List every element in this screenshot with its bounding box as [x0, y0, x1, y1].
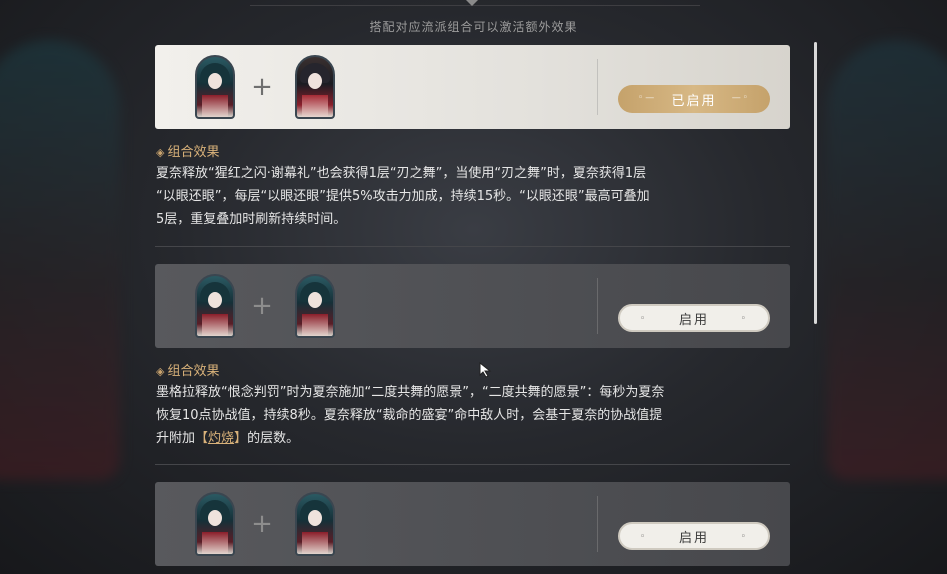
effect-title-2: ◈ 组合效果	[156, 360, 219, 379]
button-ornament-left-icon: ◦	[640, 314, 648, 324]
combo-card-3[interactable]: + ◦ 启用 ◦	[155, 482, 790, 566]
plus-icon: +	[251, 509, 273, 539]
effect-line: 5层，重复叠加时刷新持续时间。	[156, 212, 347, 227]
keyword-burn-link[interactable]: 灼烧	[208, 431, 234, 446]
card-divider	[597, 278, 598, 334]
character-portrait-shana	[195, 492, 235, 556]
plus-icon: +	[251, 72, 273, 102]
character-portrait-shana	[195, 274, 235, 338]
enable-button[interactable]: ◦ 启用 ◦	[618, 304, 770, 332]
effect-line: 升附加【灼烧】的层数。	[156, 427, 792, 450]
effect-description-2: 墨格拉释放“恨念判罚”时为夏奈施加“二度共舞的愿景”，“二度共舞的愿景”：每秒为…	[156, 381, 792, 450]
effect-text: 的层数。	[247, 431, 300, 446]
portrait-outfit	[202, 314, 228, 336]
effect-title-text: 组合效果	[167, 145, 220, 160]
keyword-bracket: 】	[234, 431, 248, 446]
card-divider	[597, 59, 598, 115]
combo-card-2[interactable]: + ◦ 启用 ◦	[155, 264, 790, 348]
scrollbar[interactable]	[814, 42, 817, 324]
character-portrait-partner	[295, 55, 335, 119]
portrait-face	[208, 510, 222, 526]
background-portrait-right	[827, 40, 947, 480]
combo-card-1[interactable]: + ◦— 已启用 —◦	[155, 45, 790, 129]
title-marker-icon: ◈	[156, 146, 165, 159]
character-portrait-partner	[295, 274, 335, 338]
button-ornament-left-icon: ◦—	[638, 93, 657, 103]
portrait-face	[208, 73, 222, 89]
mouse-cursor-icon	[479, 362, 492, 378]
title-marker-icon: ◈	[156, 365, 165, 378]
keyword-bracket: 【	[195, 431, 209, 446]
character-portrait-shana	[195, 55, 235, 119]
button-ornament-right-icon: ◦	[740, 314, 748, 324]
portrait-face	[308, 292, 322, 308]
portrait-outfit	[202, 532, 228, 554]
collapse-arrow-icon[interactable]	[466, 0, 478, 6]
plus-icon: +	[251, 291, 273, 321]
portrait-face	[308, 73, 322, 89]
character-portrait-partner	[295, 492, 335, 556]
enabled-button-label: 已启用	[671, 93, 717, 109]
effect-title-text: 组合效果	[167, 364, 220, 379]
portrait-face	[308, 510, 322, 526]
portrait-outfit	[302, 532, 328, 554]
section-separator	[155, 464, 790, 465]
enable-button[interactable]: ◦ 启用 ◦	[618, 522, 770, 550]
enabled-button[interactable]: ◦— 已启用 —◦	[618, 85, 770, 113]
portrait-outfit	[202, 95, 228, 117]
effect-line: 夏奈释放“猩红之闪·谢幕礼”也会获得1层“刃之舞”，当使用“刃之舞”时，夏奈获得…	[156, 166, 647, 181]
effect-line: “以眼还眼”，每层“以眼还眼”提供5%攻击力加成，持续15秒。“以眼还眼”最高可…	[156, 189, 650, 204]
button-ornament-right-icon: —◦	[731, 93, 750, 103]
enable-button-label: 启用	[678, 312, 709, 328]
effect-title-1: ◈ 组合效果	[156, 141, 219, 160]
effect-line: 恢复10点协战值，持续8秒。夏奈释放“裁命的盛宴”命中敌人时，会基于夏奈的协战值…	[156, 408, 663, 423]
effect-text: 升附加	[156, 431, 196, 446]
combo-hint-text: 搭配对应流派组合可以激活额外效果	[369, 20, 578, 34]
effect-description-1: 夏奈释放“猩红之闪·谢幕礼”也会获得1层“刃之舞”，当使用“刃之舞”时，夏奈获得…	[156, 162, 792, 231]
portrait-outfit	[302, 314, 328, 336]
effect-line: 墨格拉释放“恨念判罚”时为夏奈施加“二度共舞的愿景”，“二度共舞的愿景”：每秒为…	[156, 385, 665, 400]
enable-button-label: 启用	[678, 530, 709, 546]
button-ornament-right-icon: ◦	[740, 532, 748, 542]
background-portrait-left	[0, 40, 120, 480]
portrait-outfit	[302, 95, 328, 117]
button-ornament-left-icon: ◦	[640, 532, 648, 542]
section-separator	[155, 246, 790, 247]
card-divider	[597, 496, 598, 552]
portrait-face	[208, 292, 222, 308]
